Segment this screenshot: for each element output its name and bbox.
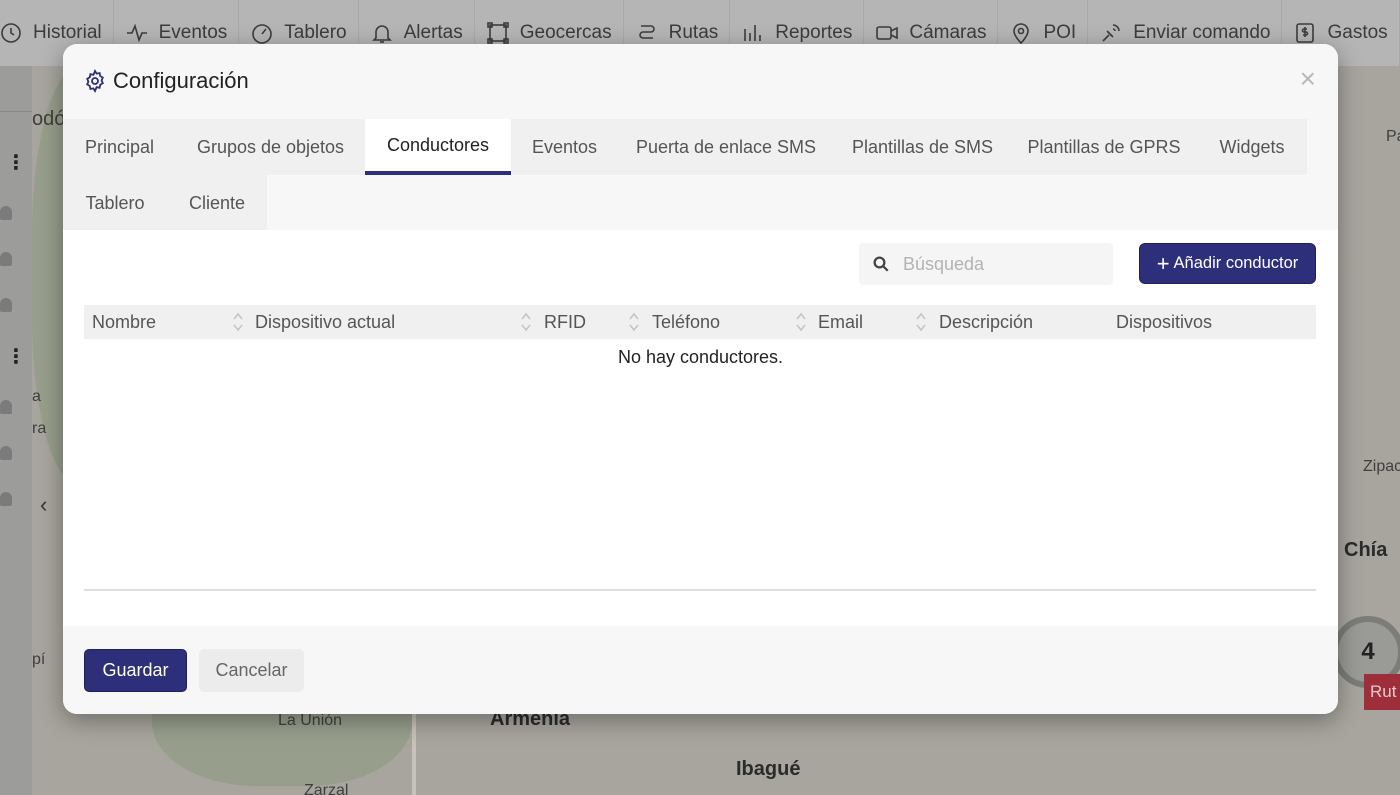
map-label-la-union: La Unión xyxy=(278,712,343,729)
tab-principal[interactable]: Principal xyxy=(63,119,176,175)
divider xyxy=(84,589,1316,591)
camera-icon xyxy=(876,26,899,40)
sort-icon[interactable] xyxy=(628,311,640,333)
route-icon xyxy=(638,25,655,39)
column-header-email[interactable]: Email xyxy=(818,305,863,339)
empty-table-message: No hay conductores. xyxy=(617,347,784,367)
gear-icon xyxy=(86,69,104,93)
sidebar-row[interactable] xyxy=(0,66,32,112)
column-header-nombre[interactable]: Nombre xyxy=(92,305,156,339)
plus-icon: + xyxy=(1156,250,1170,276)
tab-widgets[interactable]: Widgets xyxy=(1197,119,1307,175)
nav-label: Alertas xyxy=(403,22,463,43)
user-icon xyxy=(0,252,12,266)
search-input[interactable] xyxy=(903,253,1103,275)
search-box xyxy=(859,243,1113,285)
user-icon xyxy=(0,206,12,220)
drivers-panel: + Añadir conductor Nombre Dispositivo ac… xyxy=(63,230,1338,605)
map-label-zarzal: Zarzal xyxy=(304,782,349,795)
nav-label: Cámaras xyxy=(909,22,987,43)
bell-icon xyxy=(371,25,392,43)
nav-label: POI xyxy=(1043,22,1077,43)
pulse-icon xyxy=(126,23,147,43)
user-icon xyxy=(0,400,12,414)
map-label-pi: pí xyxy=(32,651,46,668)
map-pin-icon xyxy=(1013,23,1030,45)
modal-title-text: Configuración xyxy=(113,68,249,93)
tab-plantillas-de-gprs[interactable]: Plantillas de GPRS xyxy=(1011,119,1197,175)
column-header-dispositivos: Dispositivos xyxy=(1116,311,1213,332)
nav-label: Reportes xyxy=(775,22,853,43)
satellite-icon xyxy=(1102,24,1120,42)
chevron-left-icon[interactable]: ‹ xyxy=(40,492,47,518)
tab-plantillas-de-sms[interactable]: Plantillas de SMS xyxy=(834,119,1011,175)
nav-label: Historial xyxy=(33,22,102,43)
left-sidebar: ⋮ ⋮ ‹ xyxy=(0,66,47,795)
more-vertical-icon[interactable]: ⋮ xyxy=(6,150,26,175)
map-label-ibague: Ibagué xyxy=(736,758,801,780)
tab-bar: Principal Grupos de objetos Conductores … xyxy=(63,119,1338,231)
tab-cliente[interactable]: Cliente xyxy=(167,175,267,231)
tab-eventos[interactable]: Eventos xyxy=(511,119,618,175)
nav-label: Eventos xyxy=(158,22,228,43)
bar-chart-icon xyxy=(744,25,762,41)
tab-conductores[interactable]: Conductores xyxy=(365,119,511,175)
map-label-zipaquira: Zipac xyxy=(1363,458,1400,475)
sort-icon[interactable] xyxy=(795,311,807,333)
nav-label: Gastos xyxy=(1327,22,1388,43)
map-label-pa: Pa xyxy=(1386,128,1400,145)
history-icon xyxy=(1,23,21,43)
column-header-descripcion: Descripción xyxy=(939,311,1034,332)
configuration-modal: Configuración × Principal Grupos de obje… xyxy=(63,44,1338,714)
user-icon xyxy=(0,298,12,312)
add-driver-button[interactable]: + Añadir conductor xyxy=(1139,243,1316,284)
map-route-tag[interactable]: Rut xyxy=(1364,674,1400,710)
search-icon xyxy=(873,256,889,272)
tab-tablero[interactable]: Tablero xyxy=(63,175,167,231)
nav-label: Rutas xyxy=(668,22,719,43)
dollar-document-icon xyxy=(1296,23,1315,43)
user-icon xyxy=(0,492,12,506)
modal-title: Configuración xyxy=(83,68,249,94)
sort-icon[interactable] xyxy=(520,311,532,333)
modal-footer: Guardar Cancelar xyxy=(63,626,1338,714)
column-header-rfid[interactable]: RFID xyxy=(544,305,586,339)
map-label-godoy: odó xyxy=(32,108,66,130)
nav-label: Enviar comando xyxy=(1133,22,1271,43)
tab-grupos-de-objetos[interactable]: Grupos de objetos xyxy=(176,119,365,175)
sort-icon[interactable] xyxy=(915,311,927,333)
gauge-icon xyxy=(252,24,273,44)
close-button[interactable]: × xyxy=(1300,64,1316,94)
map-label-a: a xyxy=(32,388,41,405)
polygon-icon xyxy=(486,22,509,44)
modal-header: Configuración × xyxy=(63,44,1338,119)
nav-label: Geocercas xyxy=(519,22,612,43)
column-header-dispositivo-actual[interactable]: Dispositivo actual xyxy=(255,305,395,339)
sort-icon[interactable] xyxy=(232,311,244,333)
nav-label: Tablero xyxy=(284,22,347,43)
save-button[interactable]: Guardar xyxy=(84,649,187,692)
map-label-ra: ra xyxy=(32,420,47,437)
more-vertical-icon[interactable]: ⋮ xyxy=(6,344,26,369)
map-label-chia: Chía xyxy=(1344,539,1388,561)
cancel-button[interactable]: Cancelar xyxy=(199,649,304,692)
add-driver-label: Añadir conductor xyxy=(1173,254,1299,272)
user-icon xyxy=(0,446,12,460)
column-header-telefono[interactable]: Teléfono xyxy=(652,305,720,339)
tab-puerta-de-enlace-sms[interactable]: Puerta de enlace SMS xyxy=(618,119,834,175)
table-header: Nombre Dispositivo actual RFID Teléfono … xyxy=(84,305,1316,339)
